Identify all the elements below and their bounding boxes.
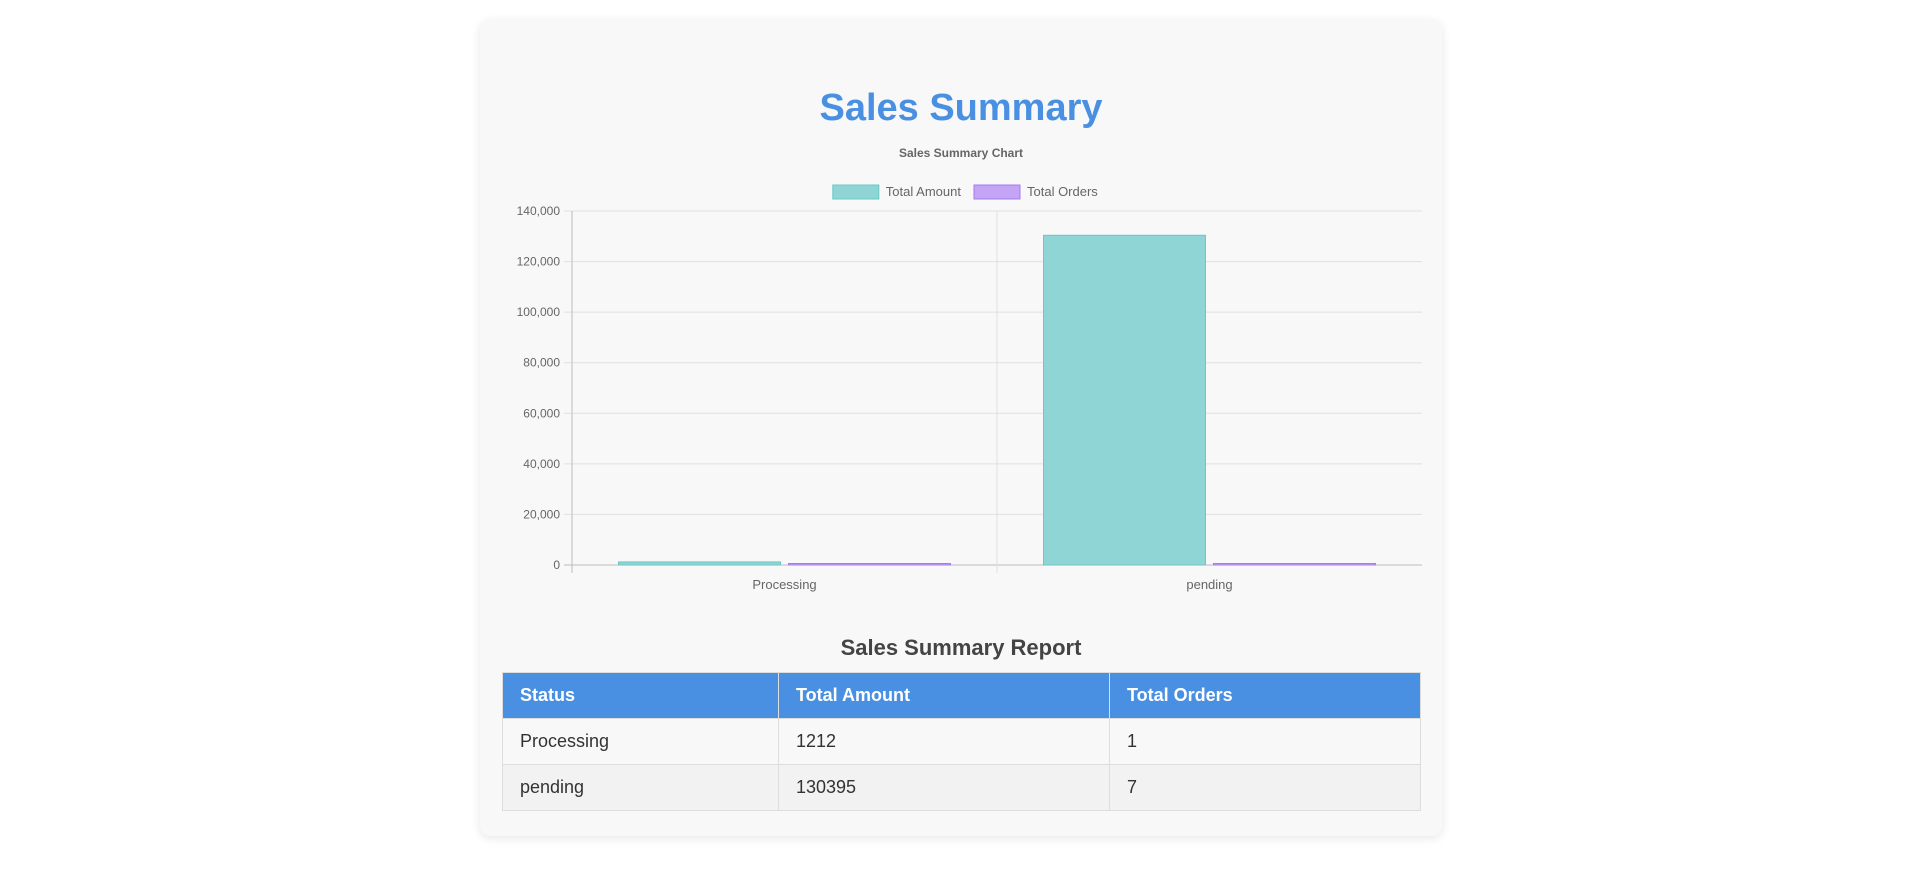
y-tick-label: 60,000 [523,406,560,420]
y-tick-label: 20,000 [523,507,560,521]
column-header-total-orders: Total Orders [1109,672,1421,719]
sales-summary-card: Sales Summary Sales Summary Chart Total A… [480,20,1442,836]
bar-total-orders-pending [1213,563,1376,566]
total-orders-cell: 1 [1109,718,1421,765]
report-title: Sales Summary Report [840,635,1082,660]
legend-swatch-1 [973,184,1021,200]
column-header-status: Status [502,672,779,719]
x-tick-label: Processing [752,577,816,592]
sales-summary-chart: Sales Summary Chart Total Amount Total Ord… [517,146,1422,592]
y-tick-label: 40,000 [523,457,560,471]
y-tick-label: 120,000 [517,255,561,269]
legend-swatch-0 [832,184,880,200]
legend-label-0: Total Amount [886,184,962,199]
y-tick-label: 0 [553,558,560,572]
total-amount-cell: 1212 [778,718,1110,765]
y-tick-label: 140,000 [517,204,561,218]
y-tick-label: 100,000 [517,305,561,319]
table-header-row: Status Total Amount Total Orders [502,672,1421,719]
bar-total-orders-processing [788,563,951,566]
table-row: pending 130395 7 [502,764,1421,811]
column-header-total-amount: Total Amount [778,672,1110,719]
sales-summary-table: Status Total Amount Total Orders Process… [502,672,1421,811]
bar-total-amount-pending [1043,234,1206,566]
legend-label-1: Total Orders [1027,184,1098,199]
total-amount-cell: 130395 [778,764,1110,811]
total-orders-cell: 7 [1109,764,1421,811]
bar-total-amount-processing [618,561,781,566]
chart-title: Sales Summary Chart [899,146,1023,160]
table-row: Processing 1212 1 [502,718,1421,765]
status-cell: Processing [502,718,779,765]
x-tick-label: pending [1186,577,1232,592]
y-tick-label: 80,000 [523,356,560,370]
status-cell: pending [502,764,779,811]
